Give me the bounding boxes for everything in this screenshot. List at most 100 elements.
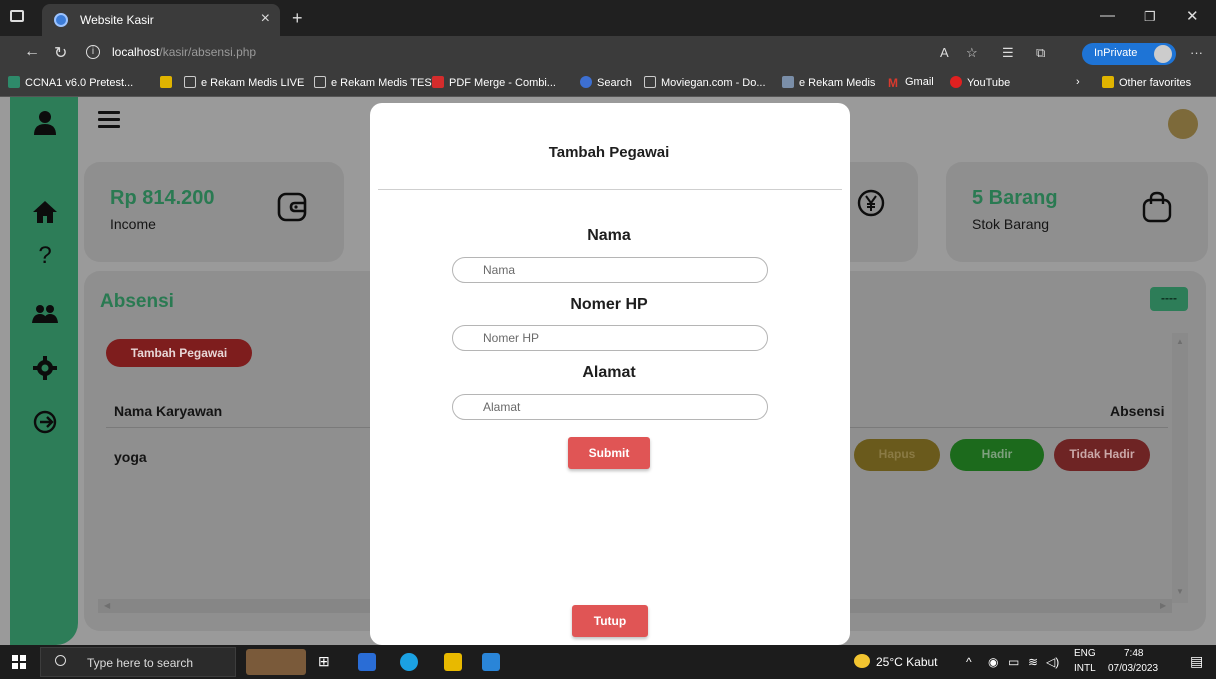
collections-icon[interactable]: ⧉ <box>1036 45 1045 61</box>
favorite-star-icon[interactable]: ☆ <box>966 45 978 61</box>
bookmark-ccna[interactable]: CCNA1 v6.0 Pretest... <box>8 76 133 89</box>
income-value: Rp 814.200 <box>110 187 215 209</box>
notification-icon[interactable]: ▤ <box>1190 653 1203 670</box>
yen-exchange-icon <box>857 189 885 217</box>
taskbar-search[interactable]: Type here to search <box>40 647 236 677</box>
panel-title: Absensi <box>100 291 174 312</box>
phone-label: Nomer HP <box>570 296 648 313</box>
bookmark-pdf-merge[interactable]: PDF Merge - Combi... <box>432 76 556 89</box>
present-button[interactable]: Hadir <box>950 439 1044 471</box>
tab-title: Website Kasir <box>80 13 154 27</box>
shopping-bag-icon <box>1142 191 1172 223</box>
tray-overflow-icon[interactable]: ^ <box>966 655 972 669</box>
income-card: Rp 814.200 Income <box>84 162 344 262</box>
other-favorites[interactable]: Other favorites <box>1102 76 1191 89</box>
clock-time[interactable]: 7:48 <box>1124 648 1143 659</box>
page-icon <box>644 76 656 88</box>
stock-card: 5 Barang Stok Barang <box>946 162 1208 262</box>
more-options-icon[interactable]: ··· <box>1190 45 1203 60</box>
home-icon[interactable] <box>32 199 58 225</box>
lang-top[interactable]: ENG <box>1074 648 1096 659</box>
bookmark-moviegan[interactable]: Moviegan.com - Do... <box>644 76 766 89</box>
help-icon[interactable]: ? <box>32 243 58 269</box>
bookmarks-overflow-icon[interactable]: › <box>1076 76 1080 88</box>
page-icon <box>314 76 326 88</box>
image-icon <box>782 76 794 88</box>
search-site-icon <box>580 76 592 88</box>
stock-value: 5 Barang <box>972 187 1058 209</box>
record-icon[interactable]: ◉ <box>988 655 998 669</box>
vscode-icon[interactable] <box>482 653 500 671</box>
bookmark-search[interactable]: Search <box>580 76 632 89</box>
store-icon[interactable] <box>358 653 376 671</box>
file-explorer-icon[interactable] <box>444 653 462 671</box>
task-view-icon[interactable]: ⊞ <box>318 653 330 670</box>
tab-actions-icon[interactable] <box>10 10 24 22</box>
wifi-icon[interactable]: ≋ <box>1028 655 1038 669</box>
vertical-scrollbar[interactable]: ▲ ▼ <box>1172 333 1188 603</box>
weather-icon <box>854 654 870 668</box>
volume-icon[interactable]: ◁) <box>1046 655 1059 669</box>
battery-icon[interactable]: ▭ <box>1008 655 1019 669</box>
bookmark-gmail[interactable]: M Gmail <box>888 76 934 89</box>
url-path: /kasir/absensi.php <box>159 45 257 59</box>
read-aloud-icon[interactable]: A <box>940 45 949 60</box>
dash-button[interactable]: ---- <box>1150 287 1188 311</box>
menu-toggle-icon[interactable] <box>98 111 120 128</box>
close-tab-icon[interactable]: × <box>261 10 270 28</box>
weather-text[interactable]: 25°C Kabut <box>876 655 938 669</box>
clock-date[interactable]: 07/03/2023 <box>1108 663 1158 674</box>
add-employee-button[interactable]: Tambah Pegawai <box>106 339 252 367</box>
address-bar: ← ↻ i localhost/kasir/absensi.php A ☆ ☰ … <box>0 36 1216 70</box>
column-header-absensi: Absensi <box>1110 403 1165 419</box>
phone-input[interactable] <box>452 325 768 351</box>
site-info-icon[interactable]: i <box>86 45 100 59</box>
stock-label: Stok Barang <box>972 216 1050 232</box>
horse-widget-icon[interactable] <box>246 649 306 675</box>
restore-icon[interactable]: ❐ <box>1144 9 1156 25</box>
profile-avatar-icon[interactable] <box>1168 109 1198 139</box>
url-field[interactable]: localhost/kasir/absensi.php <box>112 45 256 59</box>
pdf-merge-icon <box>432 76 444 88</box>
users-icon[interactable] <box>32 301 58 327</box>
taskbar: Type here to search ⊞ 25°C Kabut ^ ◉ ▭ ≋… <box>0 645 1216 679</box>
site-favicon-icon <box>54 13 68 27</box>
edge-icon[interactable] <box>400 653 418 671</box>
inprivate-badge[interactable]: InPrivate <box>1082 43 1176 65</box>
cisco-icon <box>8 76 20 88</box>
bookmark-youtube[interactable]: YouTube <box>950 76 1010 89</box>
screen: Website Kasir × + — ❐ ✕ ← ↻ i localhost/… <box>0 0 1216 679</box>
favorites-list-icon[interactable]: ☰ <box>1002 45 1014 61</box>
browser-titlebar: Website Kasir × + — ❐ ✕ <box>0 0 1216 36</box>
delete-button[interactable]: Hapus <box>854 439 940 471</box>
youtube-icon <box>950 76 962 88</box>
name-input[interactable] <box>452 257 768 283</box>
browser-tab[interactable]: Website Kasir × <box>42 4 280 36</box>
bookmark-rekam-test[interactable]: e Rekam Medis TEST <box>314 76 438 89</box>
windows-start-icon[interactable] <box>12 655 26 669</box>
minimize-icon[interactable]: — <box>1100 7 1115 24</box>
refresh-icon[interactable]: ↻ <box>54 43 67 63</box>
mail-icon <box>160 76 172 88</box>
new-tab-icon[interactable]: + <box>292 8 303 29</box>
column-header-name: Nama Karyawan <box>114 403 223 419</box>
back-icon[interactable]: ← <box>24 43 40 61</box>
lang-bottom[interactable]: INTL <box>1074 663 1096 674</box>
logout-icon[interactable] <box>32 409 58 435</box>
wallet-icon <box>277 192 307 222</box>
address-input[interactable] <box>452 394 768 420</box>
bookmark-rekam[interactable]: e Rekam Medis <box>782 76 875 89</box>
absent-button[interactable]: Tidak Hadir <box>1054 439 1150 471</box>
user-icon[interactable] <box>32 109 58 135</box>
bookmark-rekam-live[interactable]: e Rekam Medis LIVE <box>184 76 304 89</box>
bookmark-mail[interactable] <box>160 76 177 89</box>
gmail-icon: M <box>888 76 898 90</box>
close-window-icon[interactable]: ✕ <box>1186 7 1199 25</box>
inprivate-label: InPrivate <box>1094 47 1138 59</box>
settings-gear-icon[interactable] <box>32 355 58 381</box>
income-label: Income <box>110 216 156 232</box>
close-button[interactable]: Tutup <box>572 605 648 637</box>
name-label: Nama <box>587 227 631 244</box>
add-employee-modal: Tambah Pegawai Nama Nomer HP Alamat Subm… <box>370 103 850 645</box>
submit-button[interactable]: Submit <box>568 437 650 469</box>
